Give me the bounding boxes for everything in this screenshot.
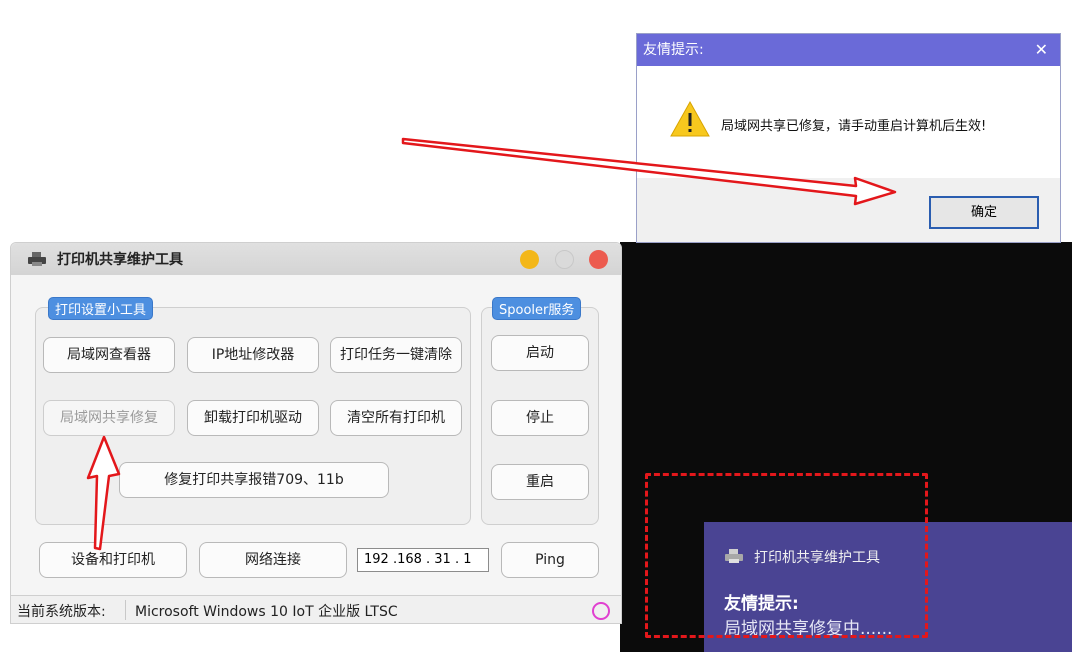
spooler-restart-button[interactable]: 重启 — [491, 464, 589, 500]
ping-button[interactable]: Ping — [501, 542, 599, 578]
warning-icon — [670, 100, 710, 137]
os-version-label: 当前系统版本: — [17, 604, 106, 620]
status-bar: 当前系统版本: Microsoft Windows 10 IoT 企业版 LTS… — [11, 595, 621, 623]
dialog-message: 局域网共享已修复，请手动重启计算机后生效! — [721, 119, 987, 134]
annotation-dashed-box — [645, 473, 928, 638]
close-button[interactable] — [589, 250, 608, 269]
lan-share-fix-button[interactable]: 局域网共享修复 — [43, 400, 175, 436]
spooler-stop-button[interactable]: 停止 — [491, 400, 589, 436]
ip-address-input[interactable]: 192 .168 . 31 . 1 — [357, 548, 489, 572]
spooler-label: Spooler服务 — [492, 297, 582, 320]
print-tools-label: 打印设置小工具 — [48, 297, 154, 320]
close-icon[interactable]: ✕ — [1035, 34, 1048, 66]
minimize-button[interactable] — [520, 250, 539, 269]
status-divider — [125, 600, 126, 620]
app-title: 打印机共享维护工具 — [57, 252, 183, 268]
app-title-bar: 打印机共享维护工具 — [11, 243, 621, 275]
dialog-title-bar: 友情提示: ✕ — [637, 34, 1060, 66]
spooler-start-button[interactable]: 启动 — [491, 335, 589, 371]
status-ring-icon — [592, 602, 610, 620]
clear-print-jobs-button[interactable]: 打印任务一键清除 — [330, 337, 462, 373]
devices-printers-button[interactable]: 设备和打印机 — [39, 542, 187, 578]
app-window: 打印机共享维护工具 打印设置小工具 局域网查看器 IP地址修改器 打印任务一键清… — [10, 242, 622, 624]
os-version-value: Microsoft Windows 10 IoT 企业版 LTSC — [135, 604, 398, 620]
maximize-button[interactable] — [555, 250, 574, 269]
clear-printers-button[interactable]: 清空所有打印机 — [330, 400, 462, 436]
dialog-footer: 确定 — [637, 178, 1060, 242]
fix-share-error-button[interactable]: 修复打印共享报错709、11b — [119, 462, 389, 498]
dialog-title: 友情提示: — [643, 42, 704, 58]
screenshot-stage: 友情提示: ✕ 局域网共享已修复，请手动重启计算机后生效! 确定 打印机共享维护… — [0, 0, 1080, 657]
dialog-body: 局域网共享已修复，请手动重启计算机后生效! — [637, 66, 1060, 178]
ok-button[interactable]: 确定 — [929, 196, 1039, 229]
lan-viewer-button[interactable]: 局域网查看器 — [43, 337, 175, 373]
printer-icon — [28, 252, 46, 266]
info-dialog: 友情提示: ✕ 局域网共享已修复，请手动重启计算机后生效! 确定 — [636, 33, 1061, 243]
network-connections-button[interactable]: 网络连接 — [199, 542, 347, 578]
uninstall-driver-button[interactable]: 卸载打印机驱动 — [187, 400, 319, 436]
ip-modifier-button[interactable]: IP地址修改器 — [187, 337, 319, 373]
